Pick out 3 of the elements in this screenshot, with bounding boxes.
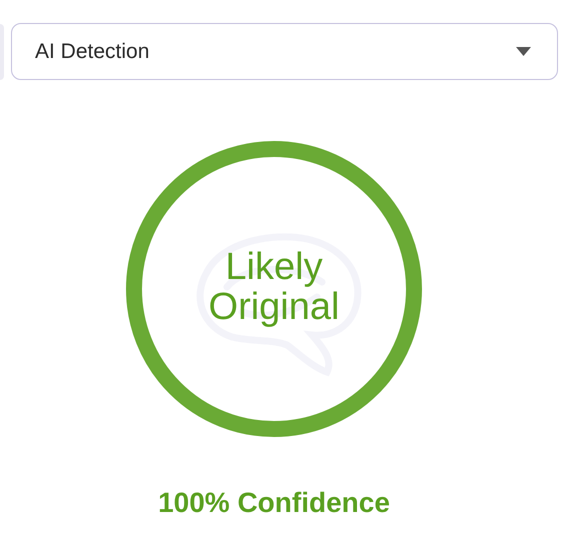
verdict-label: Likely Original <box>208 246 340 326</box>
confidence-label: 100% Confidence <box>158 487 390 519</box>
mode-select[interactable]: AI Detection <box>11 23 558 80</box>
